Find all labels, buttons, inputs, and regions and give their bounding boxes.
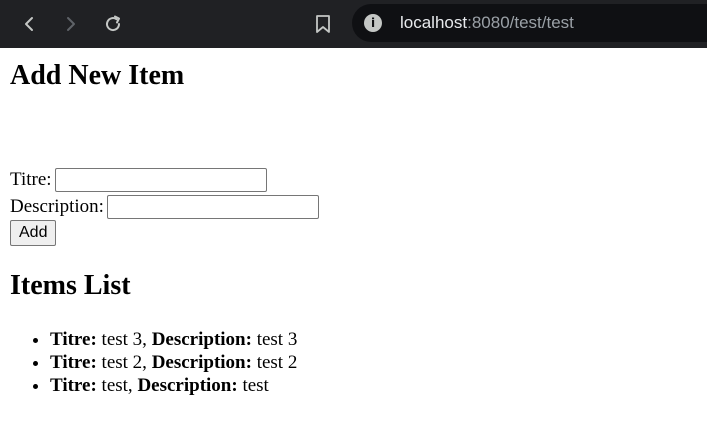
list-item: Titre: test, Description: test <box>50 374 297 397</box>
description-label: Description: <box>10 195 104 217</box>
url-path: :8080/test/test <box>467 13 574 32</box>
item-titre-label: Titre: <box>50 352 97 373</box>
reload-button[interactable] <box>99 10 127 38</box>
item-description: test <box>237 375 269 396</box>
items-list: Titre: test 3, Description: test 3 Titre… <box>10 328 297 397</box>
bookmark-button[interactable] <box>311 10 335 38</box>
item-titre: test, <box>96 375 138 396</box>
browser-toolbar: i localhost:8080/test/test <box>0 0 707 48</box>
bookmark-icon <box>316 15 330 33</box>
item-titre-label: Titre: <box>50 329 97 350</box>
items-list-heading: Items List <box>10 270 131 301</box>
item-description: test 2 <box>251 352 298 373</box>
description-row: Description: <box>10 193 319 220</box>
titre-label: Titre: <box>10 168 52 190</box>
titre-input[interactable] <box>54 167 267 192</box>
arrow-left-icon <box>25 17 33 31</box>
item-titre-label: Titre: <box>50 375 97 396</box>
titre-row: Titre: <box>10 166 319 193</box>
url-text: localhost:8080/test/test <box>400 12 574 34</box>
item-titre: test 3, <box>96 329 152 350</box>
list-item: Titre: test 2, Description: test 2 <box>50 351 297 374</box>
address-bar[interactable]: i localhost:8080/test/test <box>352 4 707 42</box>
add-item-form: Titre: Description: Add <box>10 166 319 246</box>
add-button[interactable]: Add <box>10 220 57 246</box>
url-host: localhost <box>400 13 468 32</box>
description-input[interactable] <box>106 194 319 219</box>
item-description: test 3 <box>251 329 298 350</box>
info-icon[interactable]: i <box>364 14 382 32</box>
item-description-label: Description: <box>151 352 252 373</box>
item-description-label: Description: <box>137 375 238 396</box>
arrow-right-icon <box>67 17 75 31</box>
list-item: Titre: test 3, Description: test 3 <box>50 328 297 351</box>
back-button[interactable] <box>15 10 43 38</box>
add-item-heading: Add New Item <box>10 60 185 91</box>
item-titre: test 2, <box>96 352 152 373</box>
forward-button[interactable] <box>57 10 85 38</box>
item-description-label: Description: <box>151 329 252 350</box>
reload-icon <box>106 15 121 32</box>
